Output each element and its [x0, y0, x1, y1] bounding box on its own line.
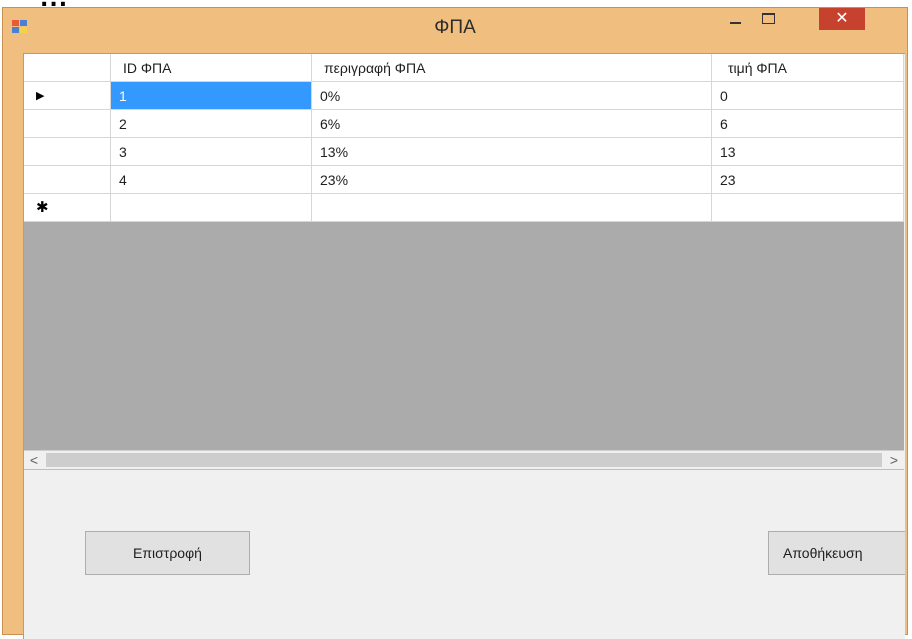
- column-header-description[interactable]: περιγραφή ΦΠΑ: [312, 54, 712, 82]
- form-client-area: ID ΦΠΑ περιγραφή ΦΠΑ τιμή ΦΠΑ ▶ 1 0% 0 2…: [23, 53, 905, 639]
- vat-window: ΦΠΑ ✕ ID ΦΠΑ περιγραφή ΦΠΑ τιμή ΦΠΑ ▶ 1 …: [2, 7, 908, 639]
- current-row-indicator-icon[interactable]: ▶: [24, 82, 111, 110]
- new-row-asterisk-icon[interactable]: ✱: [24, 194, 111, 222]
- cell-id[interactable]: 1: [111, 82, 312, 110]
- column-header-id[interactable]: ID ΦΠΑ: [111, 54, 312, 82]
- back-button[interactable]: Επιστροφή: [85, 531, 250, 575]
- vat-data-grid[interactable]: ID ΦΠΑ περιγραφή ΦΠΑ τιμή ΦΠΑ ▶ 1 0% 0 2…: [24, 54, 904, 470]
- row-header-cell[interactable]: [24, 110, 111, 138]
- cell-description[interactable]: 6%: [312, 110, 712, 138]
- scroll-left-icon[interactable]: <: [24, 451, 44, 469]
- row-header-cell[interactable]: [24, 138, 111, 166]
- cell-value[interactable]: 6: [712, 110, 904, 138]
- horizontal-scrollbar[interactable]: < >: [24, 450, 904, 470]
- table-row[interactable]: 2 6% 6: [24, 110, 904, 138]
- grid-header-row: ID ΦΠΑ περιγραφή ΦΠΑ τιμή ΦΠΑ: [24, 54, 904, 82]
- new-cell-value[interactable]: [712, 194, 904, 222]
- column-header-value[interactable]: τιμή ΦΠΑ: [712, 54, 904, 82]
- cell-value[interactable]: 13: [712, 138, 904, 166]
- title-bar[interactable]: ΦΠΑ ✕: [3, 8, 907, 48]
- cell-id[interactable]: 3: [111, 138, 312, 166]
- save-button[interactable]: Αποθήκευση: [768, 531, 905, 575]
- minimize-button[interactable]: [723, 8, 749, 30]
- new-cell-description[interactable]: [312, 194, 712, 222]
- row-header-cell[interactable]: [24, 166, 111, 194]
- new-cell-id[interactable]: [111, 194, 312, 222]
- cell-id[interactable]: 4: [111, 166, 312, 194]
- close-button[interactable]: ✕: [819, 8, 865, 30]
- corner-header-cell[interactable]: [24, 54, 111, 82]
- maximize-button[interactable]: [753, 8, 783, 30]
- cell-id[interactable]: 2: [111, 110, 312, 138]
- table-row[interactable]: 4 23% 23: [24, 166, 904, 194]
- new-row[interactable]: ✱: [24, 194, 904, 222]
- table-row[interactable]: 3 13% 13: [24, 138, 904, 166]
- cell-description[interactable]: 13%: [312, 138, 712, 166]
- cell-value[interactable]: 0: [712, 82, 904, 110]
- scrollbar-thumb[interactable]: [46, 453, 882, 467]
- table-row[interactable]: ▶ 1 0% 0: [24, 82, 904, 110]
- cell-value[interactable]: 23: [712, 166, 904, 194]
- scroll-right-icon[interactable]: >: [884, 451, 904, 469]
- cell-description[interactable]: 23%: [312, 166, 712, 194]
- cell-description[interactable]: 0%: [312, 82, 712, 110]
